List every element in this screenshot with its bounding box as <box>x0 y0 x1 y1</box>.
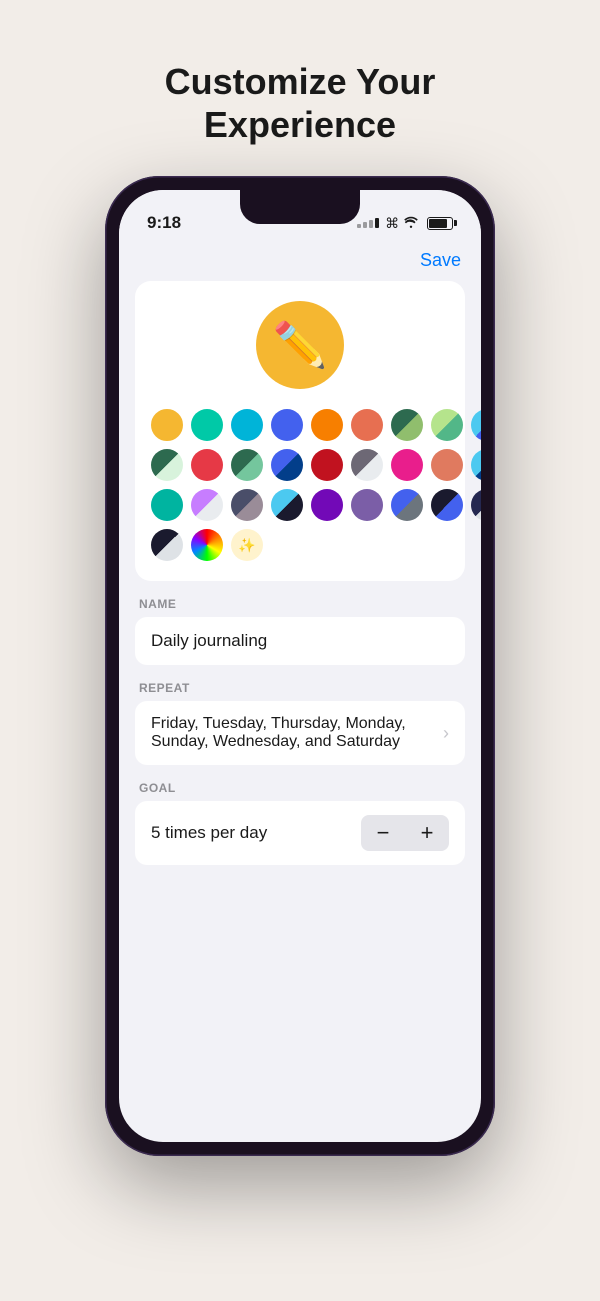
color-option[interactable] <box>431 489 463 521</box>
color-option[interactable] <box>471 489 481 521</box>
signal-icon <box>357 218 379 228</box>
battery-icon <box>427 217 453 230</box>
color-option[interactable] <box>151 449 183 481</box>
color-option[interactable] <box>191 409 223 441</box>
phone-screen: 9:18 ⌘ <box>119 190 481 1142</box>
name-section: NAME Daily journaling <box>135 597 465 665</box>
goal-value: 5 times per day <box>151 823 267 843</box>
goal-label: GOAL <box>135 781 465 795</box>
color-option[interactable] <box>351 449 383 481</box>
goal-card: 5 times per day − + <box>135 801 465 865</box>
goal-increment-button[interactable]: + <box>405 815 449 851</box>
goal-decrement-button[interactable]: − <box>361 815 405 851</box>
color-option[interactable] <box>231 489 263 521</box>
page-title: Customize Your Experience <box>165 60 436 146</box>
color-option[interactable] <box>431 449 463 481</box>
name-card: Daily journaling <box>135 617 465 665</box>
color-option[interactable] <box>151 409 183 441</box>
color-option[interactable] <box>311 449 343 481</box>
selected-emoji: ✏️ <box>273 319 328 371</box>
icon-preview: ✏️ <box>151 301 449 389</box>
color-option[interactable] <box>311 489 343 521</box>
status-time: 9:18 <box>147 213 181 233</box>
color-option[interactable] <box>271 409 303 441</box>
color-option[interactable] <box>271 489 303 521</box>
color-option[interactable] <box>391 489 423 521</box>
phone-notch <box>240 190 360 224</box>
color-option[interactable] <box>431 409 463 441</box>
goal-controls: − + <box>361 815 449 851</box>
color-option[interactable] <box>391 449 423 481</box>
screen-content: Save ✏️ <box>119 242 481 865</box>
nav-bar: Save <box>119 242 481 281</box>
repeat-value: Friday, Tuesday, Thursday, Monday, Sunda… <box>151 715 443 751</box>
color-option[interactable] <box>471 409 481 441</box>
color-option[interactable] <box>231 449 263 481</box>
name-value[interactable]: Daily journaling <box>151 631 267 650</box>
color-option[interactable] <box>471 449 481 481</box>
save-button[interactable]: Save <box>420 250 461 271</box>
goal-section: GOAL 5 times per day − + <box>135 781 465 865</box>
color-option[interactable] <box>151 529 183 561</box>
repeat-card[interactable]: Friday, Tuesday, Thursday, Monday, Sunda… <box>135 701 465 765</box>
color-option[interactable] <box>231 409 263 441</box>
color-option[interactable] <box>311 409 343 441</box>
status-icons: ⌘ <box>357 215 453 232</box>
color-option[interactable] <box>351 489 383 521</box>
icon-picker-card: ✏️ <box>135 281 465 581</box>
color-option[interactable] <box>191 449 223 481</box>
color-grid: ✨ <box>151 409 449 561</box>
magic-option[interactable]: ✨ <box>231 529 263 561</box>
repeat-section: REPEAT Friday, Tuesday, Thursday, Monday… <box>135 681 465 765</box>
chevron-right-icon: › <box>443 723 449 744</box>
repeat-label: REPEAT <box>135 681 465 695</box>
color-option[interactable] <box>151 489 183 521</box>
wifi-icon: ⌘ <box>385 215 419 232</box>
phone-frame: 9:18 ⌘ <box>105 176 495 1156</box>
name-label: NAME <box>135 597 465 611</box>
selected-icon-circle[interactable]: ✏️ <box>256 301 344 389</box>
color-option[interactable] <box>391 409 423 441</box>
color-option[interactable] <box>271 449 303 481</box>
color-option[interactable] <box>191 489 223 521</box>
rainbow-option[interactable] <box>191 529 223 561</box>
color-option[interactable] <box>351 409 383 441</box>
